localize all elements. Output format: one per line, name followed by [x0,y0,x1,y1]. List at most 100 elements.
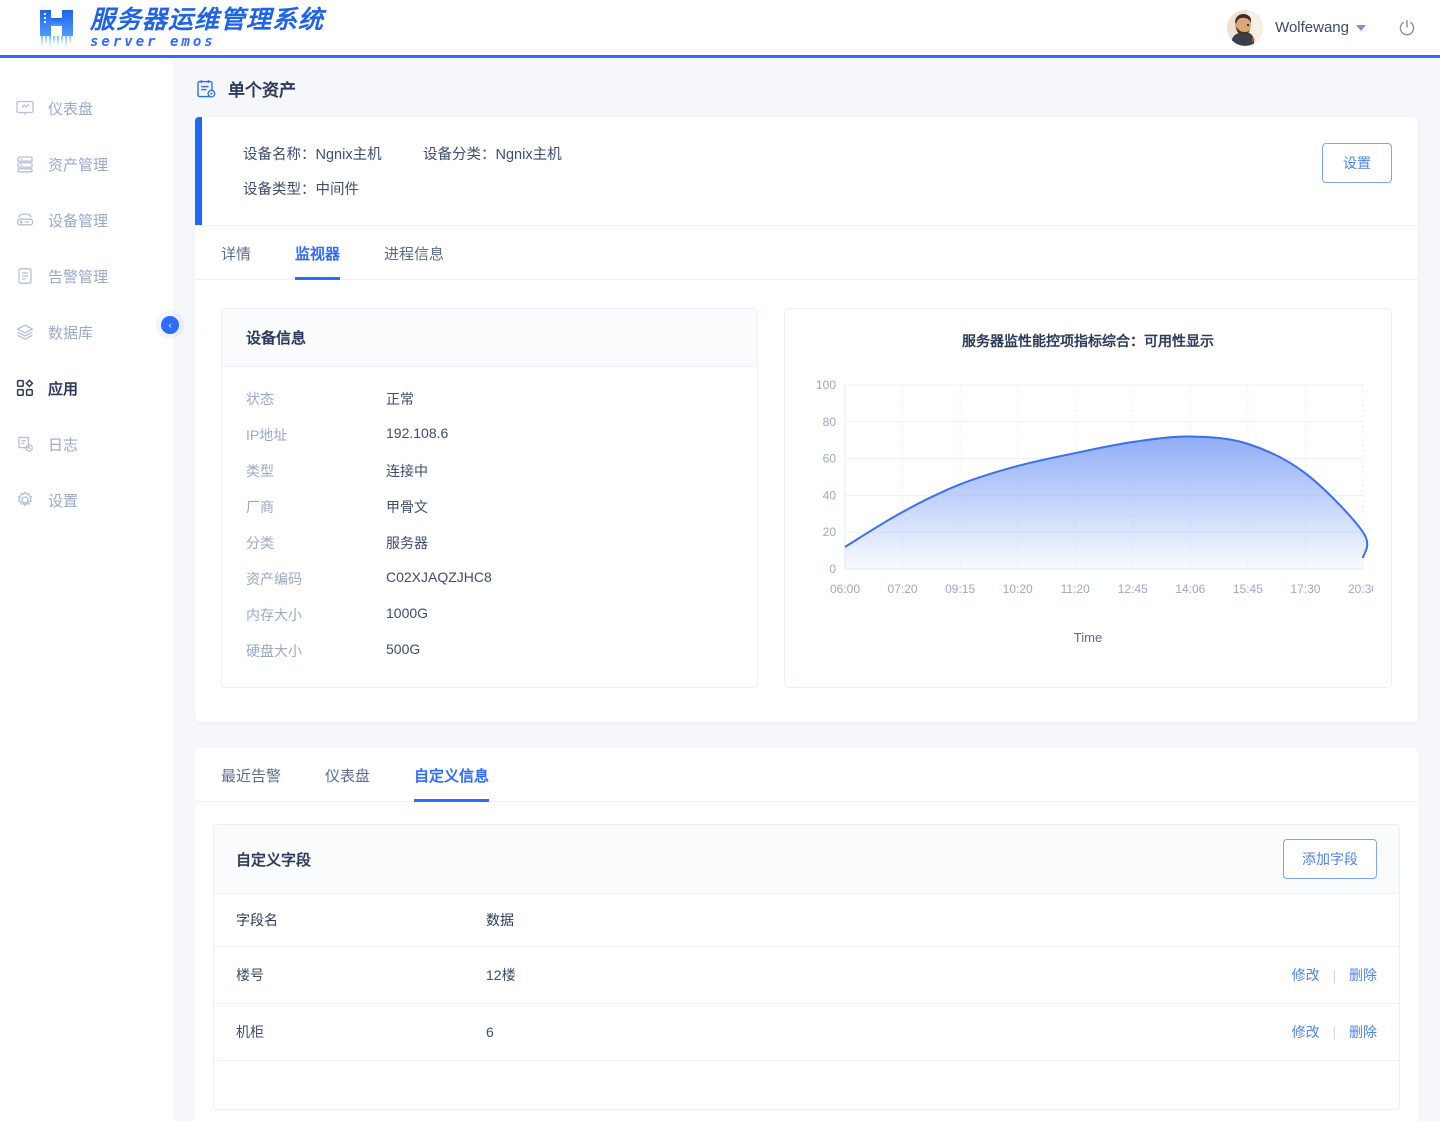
brand-title-cn: 服务器运维管理系统 [90,4,325,34]
asset-panel: 设备名称：Ngnix主机 设备分类：Ngnix主机 设备类型：中间件 设置 详情… [195,117,1418,722]
info-row: 分类 服务器 [246,533,733,553]
sidebar-item-dashboard[interactable]: 仪表盘 [0,88,173,128]
svg-text:40: 40 [823,488,837,502]
sidebar-item-database[interactable]: 数据库 [0,312,173,352]
tab-custom-info[interactable]: 自定义信息 [414,749,490,802]
sidebar-item-application[interactable]: 应用 [0,368,173,408]
asset-field-name-label: 设备名称： [243,147,316,163]
svg-text:07:20: 07:20 [888,582,918,596]
custom-fields-table: 字段名 数据 楼号 12楼 修改 | 删除 机柜 6 修改 | 删除 [214,894,1399,1061]
svg-text:15:45: 15:45 [1233,582,1263,596]
brand-logo[interactable]: 服务器运维管理系统 server emos [34,7,324,49]
availability-area-chart: 0 20 40 60 80 100 06:00 07:20 09:15 10:20 11:20 12:… [816,378,1378,596]
dashboard-icon [14,97,36,119]
tab-dashboard[interactable]: 仪表盘 [325,749,370,802]
asset-field-category-value: Ngnix主机 [495,147,562,163]
info-row: 资产编码 C02XJAQZJHC8 [246,569,733,589]
device-info-card: 设备信息 状态 正常 IP地址 192.108.6 类型 连接中 厂商 甲骨文 … [221,308,758,688]
cell-actions: 修改 | 删除 [1224,946,1399,1004]
column-header-data: 数据 [464,894,1224,947]
asset-document-icon [195,78,217,100]
info-key: 分类 [246,535,274,551]
sidebar-item-device-management[interactable]: 设备管理 [0,200,173,240]
info-key: 类型 [246,463,274,479]
page-header: 单个资产 [173,58,1440,117]
sidebar-item-asset-management[interactable]: 资产管理 [0,144,173,184]
chevron-down-icon[interactable] [1356,24,1366,31]
info-key: 内存大小 [246,607,302,623]
sidebar-item-label: 设备管理 [48,212,109,230]
svg-text:11:20: 11:20 [1061,582,1090,596]
username-label[interactable]: Wolfewang [1275,19,1349,36]
info-value: C02XJAQZJHC8 [386,569,492,585]
custom-fields-card: 自定义字段 添加字段 字段名 数据 楼号 12楼 修改 | 删除 机柜 6 修改… [213,824,1400,1110]
info-row: 状态 正常 [246,389,733,409]
asset-settings-button[interactable]: 设置 [1322,143,1392,183]
table-row: 机柜 6 修改 | 删除 [214,1003,1399,1061]
tab-process-info[interactable]: 进程信息 [384,227,444,280]
svg-text:17:30: 17:30 [1290,582,1320,596]
info-value: 1000G [386,605,429,621]
custom-info-tabs: 最近告警 仪表盘 自定义信息 [195,748,1418,802]
svg-text:20:30: 20:30 [1348,582,1373,596]
avatar[interactable] [1227,9,1264,46]
custom-fields-title: 自定义字段 [236,851,312,869]
sidebar-item-settings[interactable]: 设置 [0,480,173,520]
edit-link[interactable]: 修改 [1292,967,1320,983]
delete-link[interactable]: 删除 [1349,1024,1377,1040]
tab-monitor[interactable]: 监视器 [295,227,341,280]
cell-field-name: 机柜 [214,1003,464,1061]
apps-grid-icon [14,377,36,399]
server-rack-icon [14,153,36,175]
sidebar-item-alarm-management[interactable]: 告警管理 [0,256,173,296]
asset-field-name: 设备名称：Ngnix主机 [243,143,423,164]
svg-text:0: 0 [829,562,836,576]
asset-field-type: 设备类型：中间件 [243,178,423,199]
sidebar-item-label: 应用 [48,380,79,398]
info-key: 资产编码 [246,571,302,587]
svg-text:14:06: 14:06 [1175,582,1205,596]
database-layers-icon [14,321,36,343]
info-value: 甲骨文 [386,499,428,515]
info-value: 服务器 [386,535,428,551]
custom-fields-block: 自定义字段 添加字段 字段名 数据 楼号 12楼 修改 | 删除 机柜 6 修改… [195,802,1418,1121]
tab-recent-alarms[interactable]: 最近告警 [221,749,281,802]
add-field-button[interactable]: 添加字段 [1283,839,1377,879]
sidebar-nav: 仪表盘 资产管理 设备管理 告警管理 数据库 应用 日志 设置 [0,58,173,1121]
sidebar-item-label: 告警管理 [48,268,109,286]
info-key: IP地址 [246,427,288,443]
brand-title-en: server emos [90,33,216,50]
tab-details[interactable]: 详情 [221,227,251,280]
delete-link[interactable]: 删除 [1349,967,1377,983]
svg-text:80: 80 [823,415,837,429]
info-value: 正常 [386,391,414,407]
cell-field-data: 6 [464,1003,1224,1061]
sidebar-collapse-button[interactable]: ‹ [161,316,179,334]
availability-chart-card: 服务器监性能控项指标综合：可用性显示 0 20 40 60 80 100 06:00 07:2… [784,308,1392,688]
svg-text:09:15: 09:15 [945,582,975,596]
column-header-actions [1224,894,1399,947]
page-title: 单个资产 [228,81,296,100]
table-footer [214,1061,1399,1109]
info-key: 厂商 [246,499,274,515]
svg-text:10:20: 10:20 [1003,582,1033,596]
table-row: 楼号 12楼 修改 | 删除 [214,946,1399,1004]
info-key: 硬盘大小 [246,643,302,659]
log-clock-icon [14,433,36,455]
app-logo-icon [34,7,80,49]
asset-field-type-value: 中间件 [315,182,360,198]
asset-tabs: 详情 监视器 进程信息 [195,226,1418,280]
cell-field-data: 12楼 [464,946,1224,1004]
edit-link[interactable]: 修改 [1292,1024,1320,1040]
column-header-field-name: 字段名 [214,894,464,947]
power-icon[interactable] [1396,17,1418,39]
sidebar-item-log[interactable]: 日志 [0,424,173,464]
info-row: 类型 连接中 [246,461,733,481]
info-row: 厂商 甲骨文 [246,497,733,517]
action-divider: | [1332,1024,1337,1040]
asset-field-name-value: Ngnix主机 [315,147,382,163]
asset-field-category-label: 设备分类： [423,147,496,163]
info-row: IP地址 192.108.6 [246,425,733,445]
top-header-bar: 服务器运维管理系统 server emos Wolfewang [0,0,1440,58]
cell-actions: 修改 | 删除 [1224,1003,1399,1061]
